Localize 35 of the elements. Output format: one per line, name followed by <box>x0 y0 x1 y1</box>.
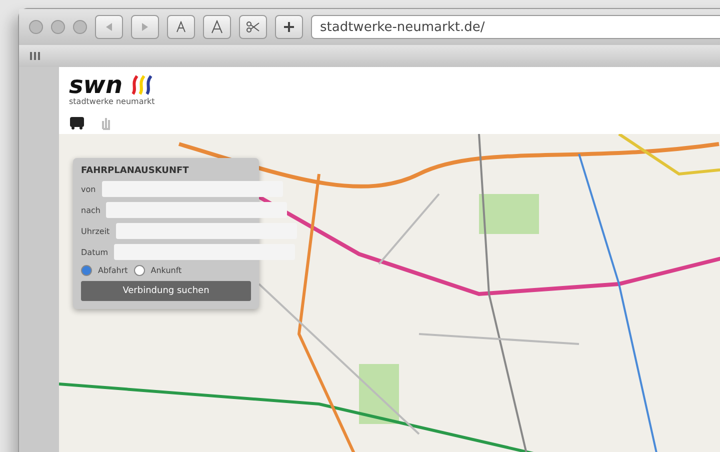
input-field[interactable] <box>102 181 283 197</box>
field-label: nach <box>81 206 100 214</box>
scissors-icon <box>246 21 260 33</box>
hand-icon[interactable] <box>99 116 113 130</box>
field-label: Datum <box>81 248 108 256</box>
letter-icon <box>211 20 223 34</box>
forward-icon <box>141 22 149 32</box>
window-control[interactable] <box>29 20 43 34</box>
plus-icon <box>284 22 294 32</box>
site-tagline: stadtwerke neumarkt <box>69 97 156 106</box>
field-label: von <box>81 184 96 194</box>
bus-icon[interactable] <box>69 116 85 130</box>
font-size-button[interactable] <box>203 15 231 39</box>
field-label: Uhrzeit <box>81 226 110 236</box>
window-control[interactable] <box>73 20 87 34</box>
bookmarks-icon[interactable] <box>29 51 43 61</box>
tools-button[interactable] <box>239 15 267 39</box>
radio-button[interactable] <box>81 265 92 276</box>
letter-icon <box>176 21 186 33</box>
add-button[interactable] <box>275 15 303 39</box>
window-control[interactable] <box>51 20 65 34</box>
font-size-button[interactable] <box>167 15 195 39</box>
site-logo[interactable]: swn <box>69 73 123 97</box>
input-field[interactable] <box>116 223 297 239</box>
address-field[interactable]: stadtwerke-neumarkt.de/ <box>311 15 720 39</box>
search-button[interactable]: Verbindung suchen <box>81 281 251 301</box>
input-field[interactable] <box>106 202 288 218</box>
back-icon <box>105 22 113 32</box>
radio-button[interactable] <box>134 265 145 276</box>
forward-button[interactable] <box>131 15 159 39</box>
radio-label: Abfahrt <box>98 266 128 275</box>
input-field[interactable] <box>114 244 296 260</box>
planner-title: FAHRPLANAUSKUNFT <box>81 166 190 176</box>
back-button[interactable] <box>95 15 123 39</box>
radio-label: Ankunft <box>150 266 182 275</box>
